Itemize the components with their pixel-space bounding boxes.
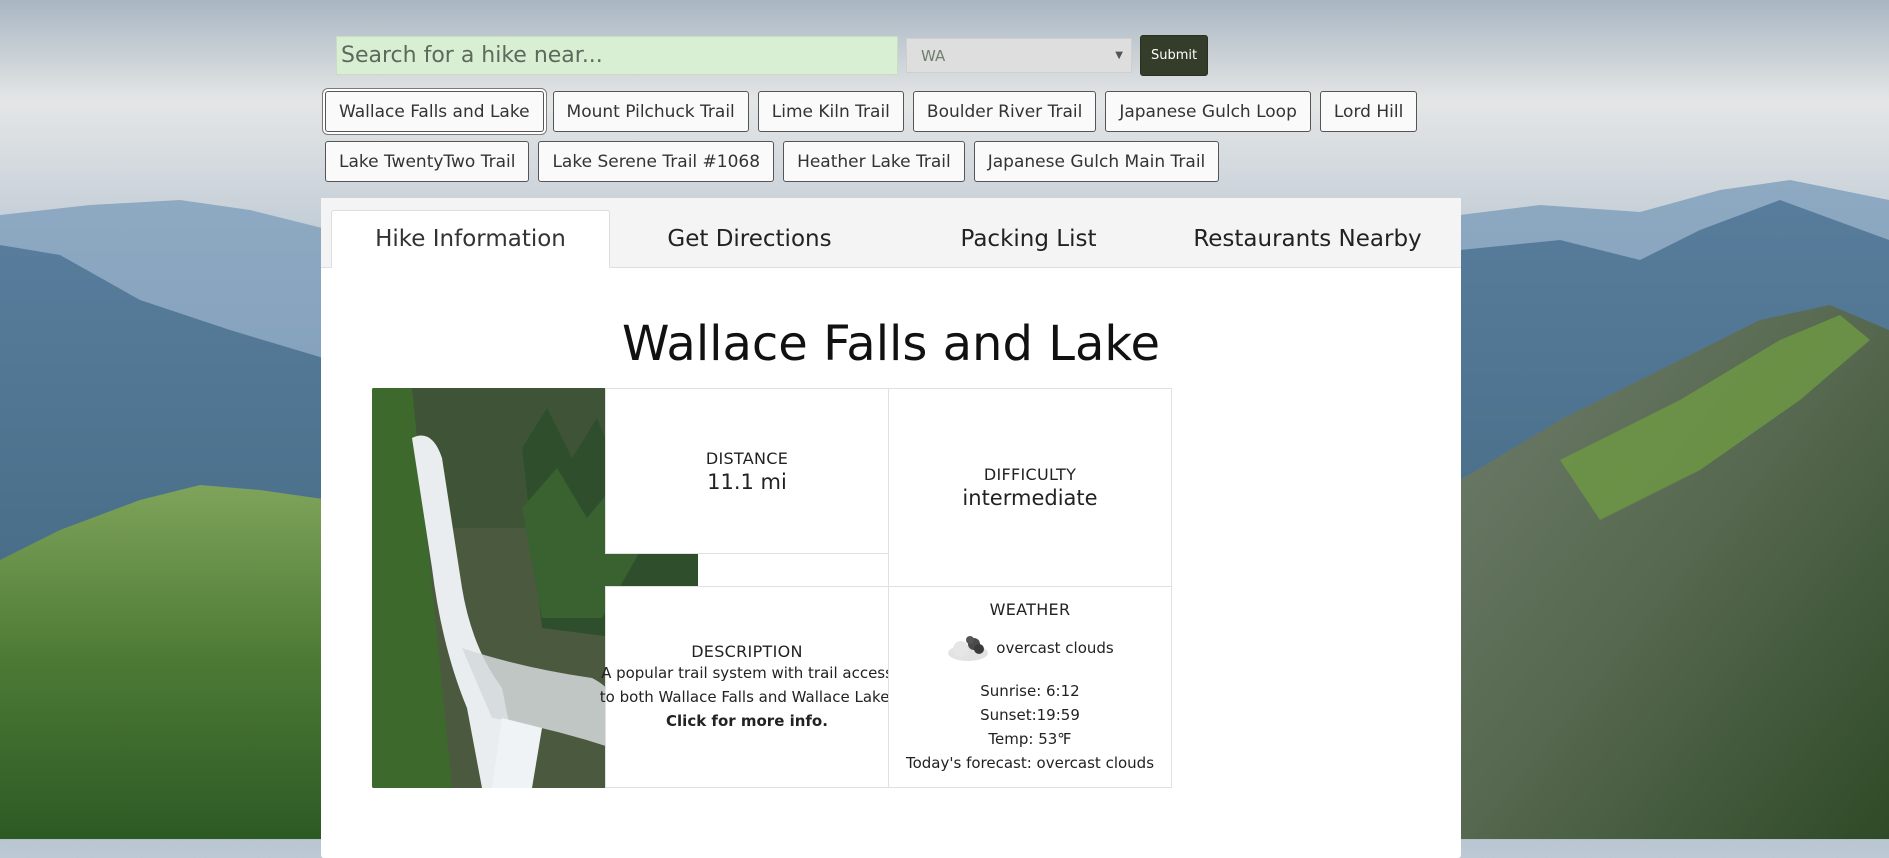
search-bar: WA ▼ Submit [336,35,1209,76]
description-text: A popular trail system with trail access… [599,663,895,706]
trail-button-boulder-river[interactable]: Boulder River Trail [912,91,1097,132]
tab-get-directions[interactable]: Get Directions [610,210,889,268]
trail-button-japanese-gulch-loop[interactable]: Japanese Gulch Loop [1105,91,1311,132]
trail-button-lake-serene[interactable]: Lake Serene Trail #1068 [538,141,775,182]
weather-summary-text: overcast clouds [996,638,1114,657]
forecast-text: Today's forecast: overcast clouds [905,753,1155,772]
tab-bar: Hike Information Get Directions Packing … [321,198,1461,268]
difficulty-card: DIFFICULTY intermediate [888,388,1172,587]
distance-value: 11.1 mi [707,469,787,494]
weather-card: WEATHER overcast clouds Sunrise: 6:12 Su… [888,586,1172,788]
sunrise-text: Sunrise: 6:12 [980,681,1080,700]
trail-row: Lake TwentyTwo Trail Lake Serene Trail #… [325,141,1425,182]
state-select[interactable]: WA ▼ [906,38,1132,73]
trail-button-lime-kiln[interactable]: Lime Kiln Trail [757,91,904,132]
tab-hike-information[interactable]: Hike Information [331,210,610,268]
trail-button-lord-hill[interactable]: Lord Hill [1319,91,1418,132]
search-input[interactable] [336,36,898,75]
difficulty-label: DIFFICULTY [983,465,1077,484]
weather-summary: overcast clouds [946,631,1114,665]
chevron-down-icon: ▼ [1115,50,1123,61]
overcast-clouds-icon [946,631,990,665]
tab-restaurants-nearby[interactable]: Restaurants Nearby [1168,210,1447,268]
sunset-text: Sunset:19:59 [980,705,1080,724]
tab-packing-list[interactable]: Packing List [889,210,1168,268]
trail-button-wallace-falls[interactable]: Wallace Falls and Lake [325,91,544,132]
trail-button-list: Wallace Falls and Lake Mount Pilchuck Tr… [325,91,1425,191]
hike-panel: Hike Information Get Directions Packing … [321,198,1461,858]
hike-title: Wallace Falls and Lake [622,316,1160,372]
weather-label: WEATHER [989,599,1071,619]
temperature-text: Temp: 53℉ [988,729,1072,748]
description-label: DESCRIPTION [691,641,803,661]
trail-row: Wallace Falls and Lake Mount Pilchuck Tr… [325,91,1425,132]
state-select-value: WA [921,46,946,65]
distance-card: DISTANCE 11.1 mi [605,388,889,554]
trail-button-heather-lake[interactable]: Heather Lake Trail [783,141,965,182]
submit-button[interactable]: Submit [1140,35,1209,76]
description-card: DESCRIPTION A popular trail system with … [600,586,894,788]
trail-button-japanese-gulch-main[interactable]: Japanese Gulch Main Trail [973,141,1220,182]
trail-button-mount-pilchuck[interactable]: Mount Pilchuck Trail [552,91,749,132]
difficulty-value: intermediate [962,486,1098,510]
trail-button-lake-twentytwo[interactable]: Lake TwentyTwo Trail [325,141,530,182]
more-info-link[interactable]: Click for more info. [666,709,828,733]
distance-label: DISTANCE [705,448,789,468]
